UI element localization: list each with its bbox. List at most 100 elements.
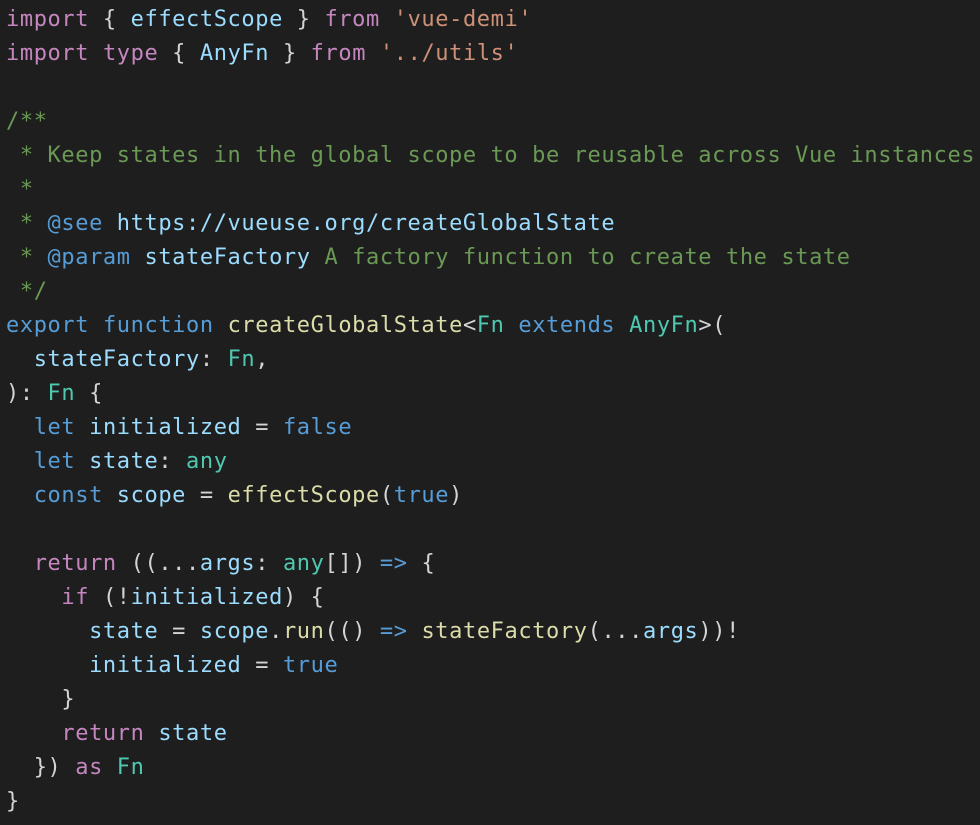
code-token-var: scope [116, 483, 187, 508]
code-token-punct: = [158, 619, 200, 644]
code-token-punct [103, 211, 117, 236]
code-token-keyword: import [6, 7, 90, 32]
code-token-comment: * [6, 177, 34, 202]
code-token-doctag: @param [47, 245, 131, 270]
code-line: let state: any [6, 445, 980, 479]
code-token-type: Fn [476, 313, 505, 338]
code-token-func: stateFactory [421, 619, 588, 644]
code-token-keyword: from [310, 41, 367, 66]
code-token-punct [6, 449, 34, 474]
code-token-string: '../utils' [379, 41, 519, 66]
code-token-punct: ) [449, 483, 463, 508]
code-token-type: any [186, 449, 228, 474]
code-token-storage: => [379, 619, 408, 644]
code-token-punct: (() [324, 619, 380, 644]
code-line: return state [6, 717, 980, 751]
code-line: ): Fn { [6, 377, 980, 411]
code-token-punct: ((... [116, 551, 200, 576]
code-line: * Keep states in the global scope to be … [6, 139, 980, 173]
code-line: * @see https://vueuse.org/createGlobalSt… [6, 207, 980, 241]
code-token-punct [366, 41, 380, 66]
code-token-punct: : [255, 551, 283, 576]
code-token-var: state [89, 619, 159, 644]
code-token-punct: ): [6, 381, 48, 406]
code-token-punct: (... [587, 619, 643, 644]
code-line: * [6, 173, 980, 207]
code-token-punct [6, 721, 61, 746]
code-token-punct [103, 755, 117, 780]
code-token-type: any [282, 551, 325, 576]
code-token-var: initialized [89, 653, 242, 678]
code-token-storage: => [379, 551, 408, 576]
code-token-punct: } [6, 789, 20, 814]
code-token-func: createGlobalState [227, 313, 463, 338]
code-token-type: Fn [47, 381, 76, 406]
code-token-punct [505, 313, 519, 338]
code-token-punct: } [6, 687, 76, 712]
code-line: import type { AnyFn } from '../utils' [6, 37, 980, 71]
code-token-storage: export [6, 313, 90, 338]
code-token-comment: * [6, 211, 48, 236]
code-token-comment: */ [6, 279, 48, 304]
code-line: stateFactory: Fn, [6, 343, 980, 377]
code-token-var: state [158, 721, 228, 746]
code-token-keyword: as [75, 755, 103, 780]
code-token-func: run [282, 619, 325, 644]
code-token-punct [103, 483, 117, 508]
code-token-var: initialized [89, 415, 242, 440]
code-token-storage: extends [518, 313, 616, 338]
code-area[interactable]: import { effectScope } from 'vue-demi' im… [6, 3, 980, 819]
code-line: /** [6, 105, 980, 139]
code-token-comment: /** [6, 109, 48, 134]
code-token-punct [144, 721, 158, 746]
code-token-string: 'vue-demi' [393, 7, 533, 32]
code-token-type: Fn [227, 347, 256, 372]
code-token-doctag: @see [47, 211, 103, 236]
code-token-punct: >( [698, 313, 727, 338]
code-token-storage: let [33, 415, 76, 440]
code-token-punct [131, 245, 145, 270]
code-token-punct: = [241, 415, 283, 440]
code-editor[interactable]: import { effectScope } from 'vue-demi' im… [0, 0, 980, 825]
code-token-punct [75, 449, 89, 474]
code-token-punct: { [89, 7, 131, 32]
code-token-punct [6, 551, 34, 576]
code-line: let initialized = false [6, 411, 980, 445]
code-token-type: AnyFn [629, 313, 699, 338]
code-line: import { effectScope } from 'vue-demi' [6, 3, 980, 37]
code-token-punct: , [255, 347, 270, 372]
code-token-punct [380, 7, 394, 32]
code-token-var: effectScope [130, 7, 283, 32]
code-token-storage: function [102, 313, 214, 338]
code-token-punct: []) [324, 551, 380, 576]
code-token-punct: : [199, 347, 228, 372]
code-line: return ((...args: any[]) => { [6, 547, 980, 581]
code-token-punct [408, 619, 422, 644]
code-token-punct [6, 415, 34, 440]
code-token-punct: }) [6, 755, 76, 780]
code-token-var: initialized [130, 585, 283, 610]
code-token-param: stateFactory [33, 347, 200, 372]
code-token-comment: * Keep states in the global scope to be … [6, 143, 980, 168]
code-token-punct [89, 41, 103, 66]
code-token-func: effectScope [227, 483, 380, 508]
code-token-var: AnyFn [199, 41, 270, 66]
code-token-bool: false [282, 415, 353, 440]
code-token-docbold: stateFactory [144, 245, 311, 270]
code-token-param: args [199, 551, 256, 576]
code-token-punct [6, 585, 61, 610]
code-line: if (!initialized) { [6, 581, 980, 615]
code-token-punct [75, 415, 89, 440]
code-token-docbold: https://vueuse.org/createGlobalState [116, 211, 616, 236]
code-token-punct: { [158, 41, 200, 66]
code-line: } [6, 785, 980, 819]
code-token-type: Fn [116, 755, 145, 780]
code-line: state = scope.run(() => stateFactory(...… [6, 615, 980, 649]
code-token-var: state [89, 449, 159, 474]
code-token-keyword: if [61, 585, 90, 610]
code-token-var: args [643, 619, 699, 644]
code-line: export function createGlobalState<Fn ext… [6, 309, 980, 343]
code-line: } [6, 683, 980, 717]
